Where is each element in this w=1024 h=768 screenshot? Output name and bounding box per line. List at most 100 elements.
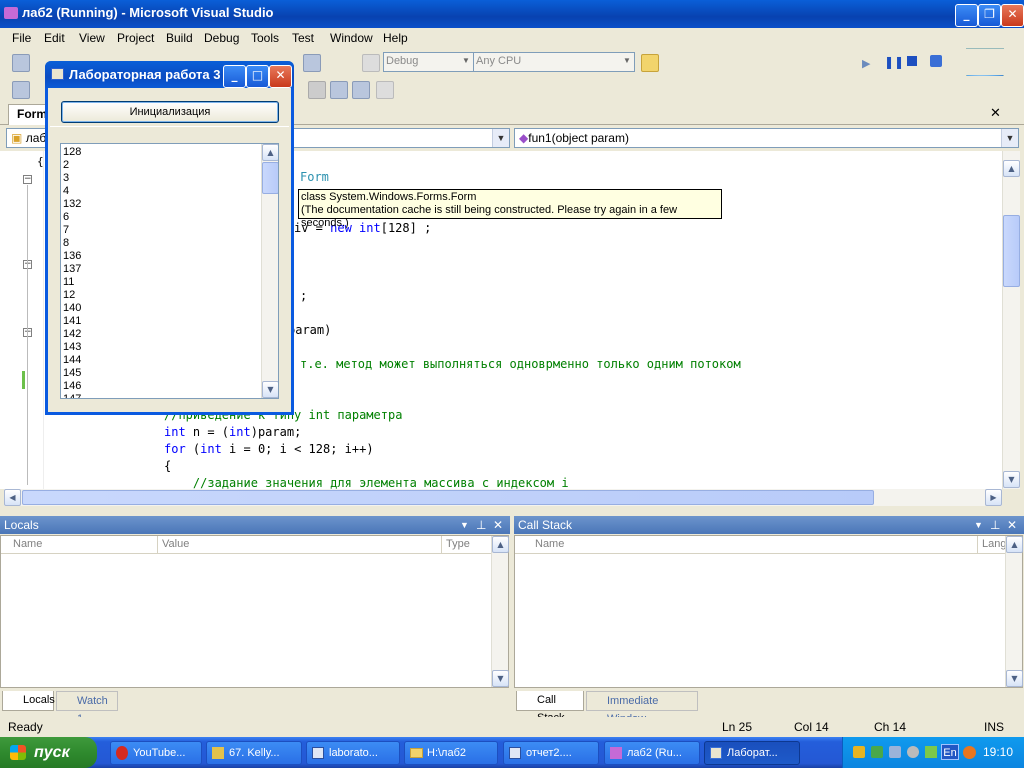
list-item[interactable]: 146 xyxy=(63,380,81,393)
firefox-icon[interactable] xyxy=(963,746,976,759)
list-item[interactable]: 7 xyxy=(63,224,69,237)
pin-icon[interactable]: ⊥ xyxy=(476,516,486,534)
list-item[interactable]: 6 xyxy=(63,211,69,224)
platform-combo[interactable]: Any CPU ▼ xyxy=(473,52,635,72)
callstack-pane-header[interactable]: Call Stack ▼ ⊥ ✕ xyxy=(514,516,1024,534)
initialize-button[interactable]: Инициализация xyxy=(61,101,279,123)
scroll-thumb[interactable] xyxy=(262,162,278,194)
menu-file[interactable]: File xyxy=(12,31,31,45)
list-item[interactable]: 147 xyxy=(63,393,81,398)
stop-debugging-icon[interactable] xyxy=(907,56,917,66)
scroll-down-button[interactable]: ▼ xyxy=(1006,670,1023,687)
menu-project[interactable]: Project xyxy=(117,31,154,45)
column-name[interactable]: Name xyxy=(13,536,42,553)
new-project-icon[interactable] xyxy=(12,54,30,72)
form-minimize-button[interactable]: _ xyxy=(223,65,246,88)
menu-edit[interactable]: Edit xyxy=(44,31,65,45)
member-combo[interactable]: ◆fun1(object param) ▼ xyxy=(514,128,1019,148)
menu-test[interactable]: Test xyxy=(292,31,314,45)
break-all-icon[interactable]: ❚❚ xyxy=(884,55,904,69)
list-item[interactable]: 132 xyxy=(63,198,81,211)
column-value[interactable]: Value xyxy=(157,536,189,553)
list-item[interactable]: 136 xyxy=(63,250,81,263)
taskbar-item-laborato[interactable]: laborato... xyxy=(306,741,400,765)
taskbar-item-otchet[interactable]: отчет2.... xyxy=(503,741,599,765)
locals-scrollbar[interactable]: ▲ ▼ xyxy=(491,536,509,687)
list-item[interactable]: 11 xyxy=(63,276,74,289)
close-pane-icon[interactable]: ✕ xyxy=(1007,516,1017,534)
menu-tools[interactable]: Tools xyxy=(251,31,279,45)
values-listbox[interactable]: 128 2 3 4 132 6 7 8 136 137 11 12 140 141 142 143 144 145… xyxy=(60,143,279,399)
callstack-scrollbar[interactable]: ▲ ▼ xyxy=(1005,536,1023,687)
form-maximize-button[interactable]: □ xyxy=(246,65,269,88)
pin-icon[interactable]: ⊥ xyxy=(990,516,1000,534)
scroll-right-button[interactable]: ▶ xyxy=(985,489,1002,506)
taskbar-item-folder[interactable]: H:\лаб2 xyxy=(404,741,498,765)
taskbar-item-vs[interactable]: лаб2 (Ru... xyxy=(604,741,700,765)
locals-pane-header[interactable]: Locals ▼ ⊥ ✕ xyxy=(0,516,510,534)
list-item[interactable]: 4 xyxy=(63,185,69,198)
security-icon[interactable] xyxy=(871,746,883,758)
tab-locals[interactable]: Locals xyxy=(2,691,55,711)
clear-bookmarks-icon[interactable] xyxy=(376,81,394,99)
list-item[interactable]: 141 xyxy=(63,315,81,328)
close-document-icon[interactable]: ✕ xyxy=(990,106,1001,121)
pane-menu-icon[interactable]: ▼ xyxy=(460,516,469,534)
list-item[interactable]: 140 xyxy=(63,302,81,315)
bookmark-next-icon[interactable] xyxy=(352,81,370,99)
bookmark-prev-icon[interactable] xyxy=(330,81,348,99)
menu-view[interactable]: View xyxy=(79,31,105,45)
tab-form[interactable]: Form xyxy=(8,104,48,125)
properties-icon[interactable] xyxy=(641,54,659,72)
menu-help[interactable]: Help xyxy=(383,31,408,45)
display-icon[interactable] xyxy=(889,746,901,758)
list-item[interactable]: 137 xyxy=(63,263,81,276)
list-item[interactable]: 128 xyxy=(63,146,81,159)
find-in-files-icon[interactable] xyxy=(303,54,321,72)
editor-vertical-scrollbar[interactable]: ▲ ▼ xyxy=(1002,151,1020,489)
scroll-up-button[interactable]: ▲ xyxy=(492,536,509,553)
start-button[interactable]: пуск xyxy=(0,737,97,768)
volume-icon[interactable] xyxy=(907,746,919,758)
taskbar-item-kelly[interactable]: 67. Kelly... xyxy=(206,741,302,765)
update-icon[interactable] xyxy=(925,746,937,758)
list-item[interactable]: 3 xyxy=(63,172,69,185)
scroll-up-button[interactable]: ▲ xyxy=(262,144,278,161)
menu-build[interactable]: Build xyxy=(166,31,193,45)
list-item[interactable]: 12 xyxy=(63,289,75,302)
menu-window[interactable]: Window xyxy=(330,31,373,45)
pane-menu-icon[interactable]: ▼ xyxy=(974,516,983,534)
align-icon[interactable] xyxy=(308,81,326,99)
list-item[interactable]: 144 xyxy=(63,354,81,367)
scroll-thumb[interactable] xyxy=(1003,215,1020,287)
restart-icon[interactable] xyxy=(930,55,942,67)
scroll-down-button[interactable]: ▼ xyxy=(262,381,278,398)
column-type[interactable]: Type xyxy=(441,536,470,553)
clock[interactable]: 19:10 xyxy=(983,745,1013,759)
menu-debug[interactable]: Debug xyxy=(204,31,239,45)
scroll-down-button[interactable]: ▼ xyxy=(1003,471,1020,488)
listbox-scrollbar[interactable]: ▲ ▼ xyxy=(261,144,278,398)
solution-config-combo[interactable]: Debug ▼ xyxy=(383,52,474,72)
vs-title-bar[interactable]: лаб2 (Running) - Microsoft Visual Studio… xyxy=(0,0,1024,28)
list-item[interactable]: 2 xyxy=(63,159,69,172)
tab-immediate-window[interactable]: Immediate Window xyxy=(586,691,698,725)
close-button[interactable]: ✕ xyxy=(1001,4,1024,27)
start-icon[interactable] xyxy=(362,54,380,72)
scroll-up-button[interactable]: ▲ xyxy=(1003,160,1020,177)
taskbar-item-lab-form[interactable]: Лаборат... xyxy=(704,741,800,765)
list-item[interactable]: 143 xyxy=(63,341,81,354)
scroll-up-button[interactable]: ▲ xyxy=(1006,536,1023,553)
language-indicator[interactable]: En xyxy=(941,744,959,760)
scroll-down-button[interactable]: ▼ xyxy=(492,670,509,687)
close-pane-icon[interactable]: ✕ xyxy=(493,516,503,534)
taskbar-item-youtube[interactable]: YouTube... xyxy=(110,741,202,765)
form-close-button[interactable]: ✕ xyxy=(269,65,292,88)
tab-call-stack[interactable]: Call Stack xyxy=(516,691,584,724)
tab-watch1[interactable]: Watch 1 xyxy=(56,691,118,725)
collapse-icon[interactable]: − xyxy=(23,175,32,184)
column-name[interactable]: Name xyxy=(535,536,564,553)
network-icon[interactable] xyxy=(853,746,865,758)
editor-horizontal-scrollbar[interactable]: ◀ ▶ xyxy=(4,489,1002,506)
list-item[interactable]: 8 xyxy=(63,237,69,250)
